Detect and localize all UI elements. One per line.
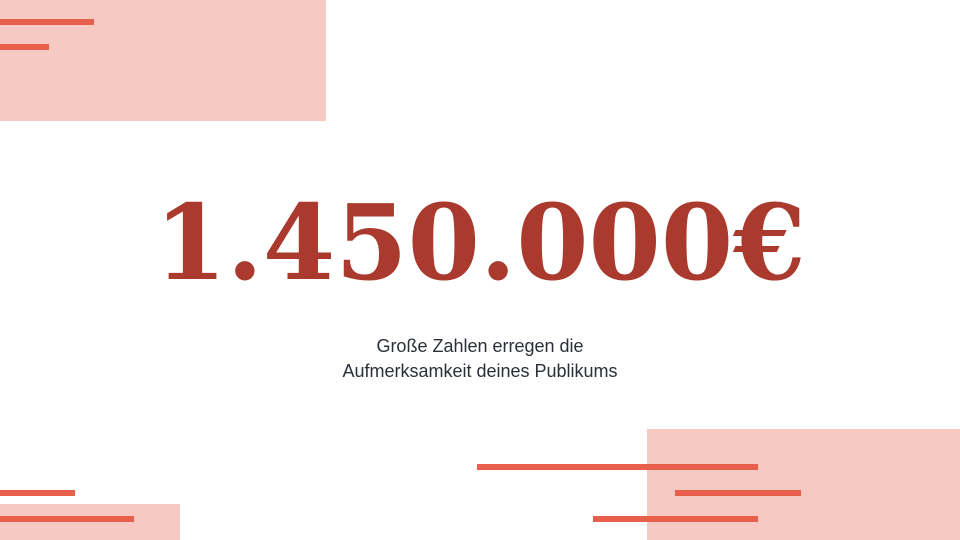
- decor-bar-top-1: [0, 19, 94, 25]
- decor-bar-bottom-left-1: [0, 490, 75, 496]
- decor-block-bottom-right: [647, 429, 960, 540]
- decor-bar-bottom-right-2: [675, 490, 801, 496]
- slide: 1.450.000€ Große Zahlen erregen die Aufm…: [0, 0, 960, 540]
- decor-bar-bottom-right-1: [477, 464, 758, 470]
- decor-bar-top-2: [0, 44, 49, 50]
- subtitle-line-2: Aufmerksamkeit deines Publikums: [342, 361, 618, 381]
- decor-bar-bottom-left-2: [0, 516, 134, 522]
- decor-bar-bottom-right-3: [593, 516, 758, 522]
- headline-number: 1.450.000€: [154, 181, 806, 304]
- decor-block-bottom-left: [0, 504, 180, 540]
- subtitle-line-1: Große Zahlen erregen die: [376, 336, 584, 356]
- subtitle: Große Zahlen erregen die Aufmerksamkeit …: [0, 334, 960, 384]
